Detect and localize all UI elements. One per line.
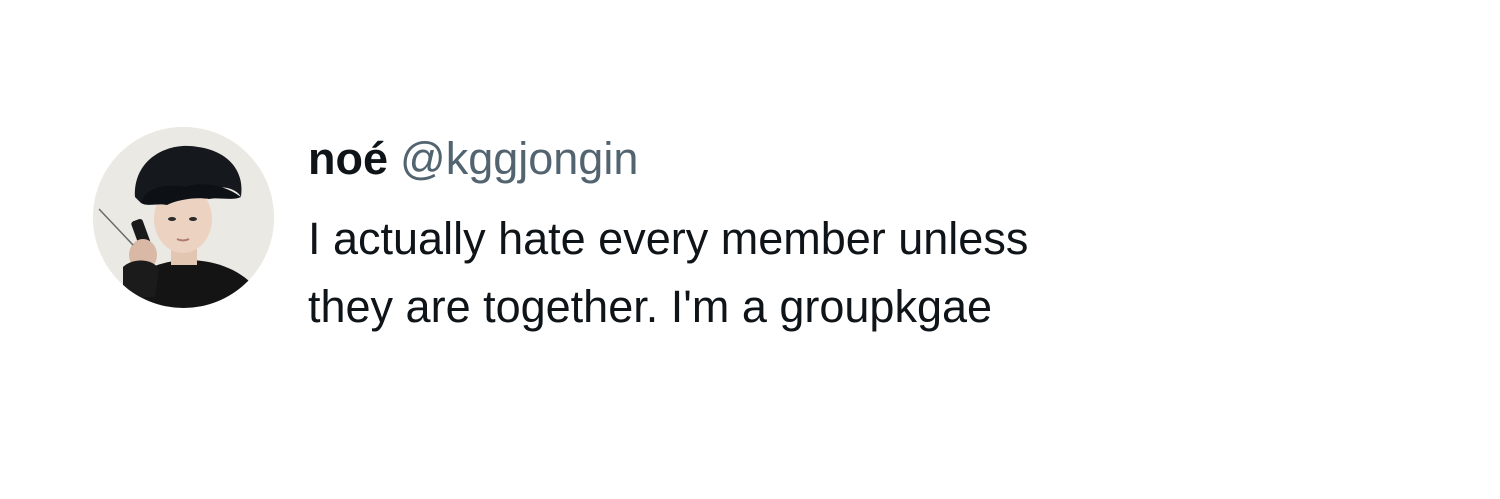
avatar[interactable] (93, 127, 274, 308)
tweet-card: noé @kggjongin I actually hate every memb… (0, 0, 1500, 499)
tweet-header: noé @kggjongin (308, 128, 638, 190)
tweet-text: I actually hate every member unless they… (308, 213, 1029, 332)
display-name[interactable]: noé (308, 133, 388, 184)
profile-photo-icon (93, 127, 274, 308)
user-handle[interactable]: @kggjongin (400, 133, 638, 184)
